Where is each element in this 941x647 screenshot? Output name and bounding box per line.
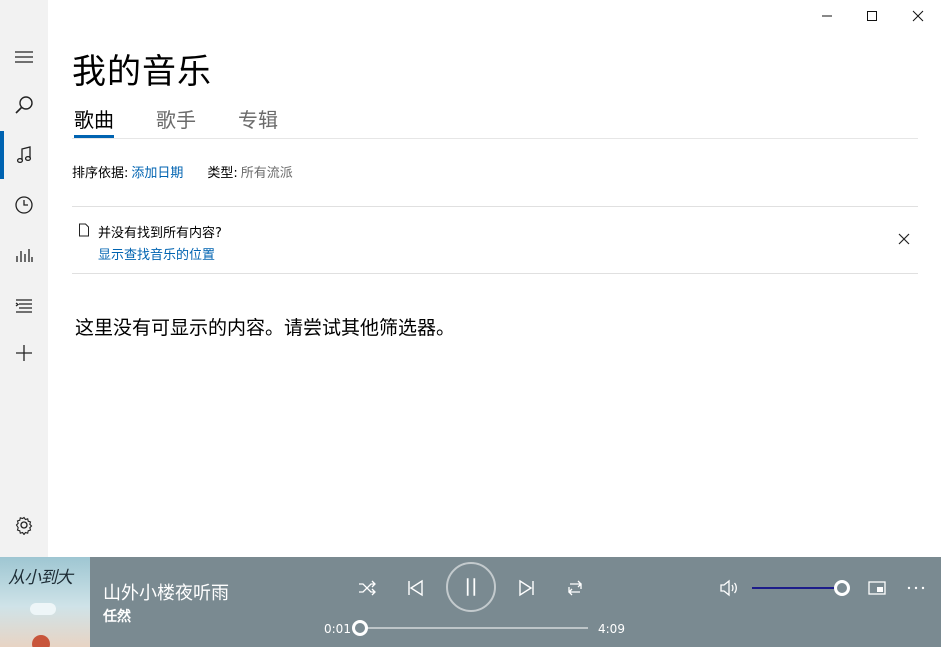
sort-dropdown[interactable]: 添加日期 [131,162,183,181]
maximize-button[interactable] [849,0,895,32]
clock-icon [15,196,33,214]
my-music-button[interactable] [0,131,48,179]
hamburger-menu-button[interactable] [0,33,48,81]
more-options-button[interactable] [904,576,928,600]
plus-icon [16,345,32,361]
mini-view-button[interactable] [865,576,889,600]
skip-next-icon [519,579,534,597]
skip-previous-icon [408,579,423,597]
total-duration: 4:09 [598,622,625,636]
volume-button[interactable] [716,576,742,600]
sort-label: 排序依据: [72,166,129,181]
new-playlist-button[interactable] [0,329,48,377]
missing-content-notice: 并没有找到所有内容? 显示查找音乐的位置 [72,206,918,274]
dismiss-notice-button[interactable] [896,231,912,247]
page-title: 我的音乐 [72,52,212,92]
seek-slider[interactable] [352,620,588,636]
album-art-text: 从小到大 [8,568,73,588]
elapsed-time: 0:01 [324,622,351,636]
repeat-button[interactable] [563,576,587,600]
tab-albums[interactable]: 专辑 [238,104,278,138]
now-playing-bar: 从小到大 山外小楼夜听雨 任然 0:01 4:09 [0,557,941,647]
next-button[interactable] [515,576,539,600]
pivot-tabs: 歌曲 歌手 专辑 [72,104,918,139]
album-art-figure [32,635,50,647]
gear-icon [15,516,33,535]
track-title[interactable]: 山外小楼夜听雨 [103,579,229,605]
playlists-button[interactable] [0,281,48,329]
minimize-button[interactable] [804,0,850,32]
previous-button[interactable] [403,576,427,600]
genre-label: 类型: [207,166,238,181]
playlist-icon [15,299,32,313]
more-icon [907,586,925,590]
repeat-icon [568,580,582,596]
volume-slider[interactable] [752,580,850,596]
notice-title: 并没有找到所有内容? [98,226,222,241]
now-playing-button[interactable] [0,231,48,279]
speaker-icon [720,579,737,597]
maximize-icon [867,11,877,21]
close-icon [912,10,924,22]
genre-dropdown[interactable]: 所有流派 [241,162,293,181]
track-artist[interactable]: 任然 [103,606,131,626]
tab-artists[interactable]: 歌手 [156,104,196,138]
document-icon [79,223,89,237]
pause-icon [466,578,476,596]
seek-thumb[interactable] [352,620,368,636]
recent-plays-button[interactable] [0,181,48,229]
empty-state-message: 这里没有可显示的内容。请尝试其他筛选器。 [75,317,456,339]
tab-songs[interactable]: 歌曲 [74,104,114,138]
music-note-icon [16,146,32,164]
sort-filter-bar: 排序依据: 添加日期 类型: 所有流派 [72,162,293,181]
mini-player-icon [868,581,886,595]
search-button[interactable] [0,81,48,129]
hamburger-menu-icon [15,51,33,63]
shuffle-button[interactable] [355,576,379,600]
volume-thumb[interactable] [834,580,850,596]
settings-button[interactable] [0,501,48,549]
shuffle-icon [359,580,376,596]
search-icon [15,96,33,114]
minimize-icon [822,15,832,17]
close-window-button[interactable] [895,0,941,32]
volume-level [752,587,842,589]
close-icon [898,233,910,245]
album-art-cloud [30,603,56,615]
show-music-locations-link[interactable]: 显示查找音乐的位置 [98,244,215,263]
play-pause-button[interactable] [446,562,496,612]
album-art[interactable]: 从小到大 [0,557,90,647]
nav-sidebar [0,0,48,557]
bar-chart-icon [16,249,33,262]
